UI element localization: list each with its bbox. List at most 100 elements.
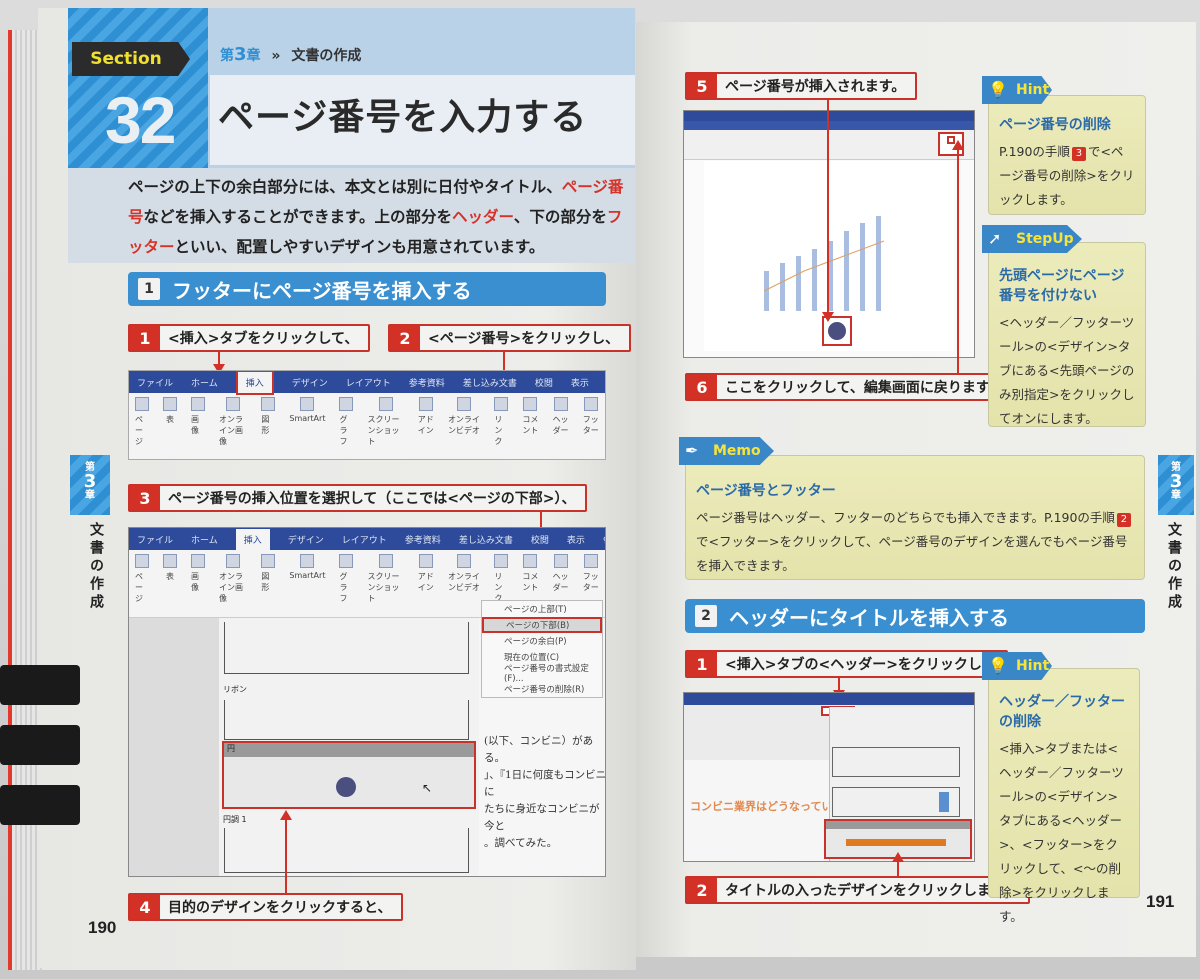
step-number: 5: [687, 74, 717, 98]
gallery-item[interactable]: [224, 700, 469, 740]
step-number: 4: [130, 895, 160, 919]
intro-text: といい、配置しやすいデザインも用意されています。: [174, 238, 545, 256]
ribbon-button-icon: [553, 554, 568, 568]
ribbon-button-label: グラフ: [339, 415, 348, 446]
menu-item[interactable]: ページの下部(B): [482, 617, 602, 633]
ribbon-button[interactable]: コメント: [522, 397, 538, 457]
ribbon-button-label: 表: [166, 415, 174, 424]
ribbon-tab[interactable]: 校閲: [531, 533, 549, 546]
callout-step6: 6 ここをクリックして、編集画面に戻ります。: [685, 373, 1015, 401]
ribbon-tab[interactable]: 参考資料: [405, 533, 441, 546]
ribbon-tab[interactable]: 差し込み文書: [463, 376, 517, 389]
ribbon-button[interactable]: ページ: [135, 554, 149, 613]
gallery-item[interactable]: [832, 747, 960, 777]
menu-item[interactable]: ページの余白(P): [482, 633, 602, 649]
ribbon-button[interactable]: オンライン画像: [219, 397, 247, 457]
ribbon-tab[interactable]: レイアウト: [342, 533, 387, 546]
gallery-item[interactable]: [224, 828, 469, 873]
ribbon-tab[interactable]: 校閲: [535, 376, 553, 389]
stepup-body: <ヘッダー／フッターツール>の<デザイン>タブにある<先頭ページのみ別指定>をク…: [999, 315, 1135, 426]
ribbon-button[interactable]: フッター: [583, 397, 599, 457]
ribbon-button[interactable]: ページ: [135, 397, 149, 457]
ribbon-button[interactable]: ヘッダー: [553, 397, 569, 457]
ribbon-tab[interactable]: デザイン: [288, 533, 324, 546]
doc-margin: [129, 618, 219, 876]
ribbon-button[interactable]: オンラインビデオ: [448, 554, 480, 613]
ribbon-tab[interactable]: ♀ 実行したい作業を入力してください: [603, 533, 605, 546]
ribbon-button[interactable]: 表: [163, 554, 177, 613]
ribbon-tab[interactable]: 挿入: [235, 528, 270, 550]
ribbon-button-icon: [418, 554, 433, 568]
gallery-pane: リボン 円 ↖ 円調 1: [219, 618, 479, 876]
arrow-step5: [822, 100, 834, 322]
ribbon-button-icon: [418, 397, 433, 411]
ribbon-tab[interactable]: 差し込み文書: [459, 533, 513, 546]
gallery-item[interactable]: [832, 787, 960, 817]
document-text: (以下、コンビニ）がある。 」、『1日に何度もコンビニに たちに身近なコンビニが今と…: [484, 733, 605, 876]
menu-item[interactable]: ページ番号の削除(R): [482, 681, 602, 697]
ribbon-button-icon: [583, 554, 598, 568]
ribbon-button-label: ヘッダー: [552, 572, 569, 592]
book-clip: [0, 725, 80, 765]
ribbon-button[interactable]: 図形: [261, 554, 276, 613]
ribbon-button-icon: [135, 554, 149, 568]
ribbon-button[interactable]: 画像: [191, 397, 205, 457]
document-line: たちに身近なコンビニが今と: [484, 803, 600, 832]
ribbon-button[interactable]: グラフ: [339, 397, 354, 457]
chapter-side-label: 文書の作成: [88, 522, 104, 612]
ribbon-button[interactable]: スクリーンショット: [367, 397, 403, 457]
ribbon-button[interactable]: 画像: [191, 554, 205, 613]
ribbon-button[interactable]: アドイン: [418, 554, 434, 613]
ribbon-button[interactable]: SmartArt: [289, 554, 325, 613]
tag-label: StepUp: [1016, 231, 1074, 247]
ribbon-button-label: オンラインビデオ: [447, 572, 480, 592]
ribbon-tab[interactable]: レイアウト: [346, 376, 391, 389]
ribbon-button[interactable]: 図形: [261, 397, 276, 457]
heading-step1: 1 フッターにページ番号を挿入する: [128, 272, 606, 306]
step-text: <ページ番号>をクリックし、: [428, 331, 620, 347]
title-bar: [684, 111, 974, 121]
heading-number: 1: [138, 278, 160, 300]
callout-header-step2: 2 タイトルの入ったデザインをクリックします。: [685, 876, 1030, 904]
page-number-left: 190: [88, 918, 117, 937]
ribbon-tab[interactable]: 表示: [567, 533, 585, 546]
ribbon-button-icon: [261, 554, 276, 568]
ribbon-tab[interactable]: 挿入: [235, 371, 274, 395]
arrow-step6: [952, 140, 964, 378]
book-clip: [0, 785, 80, 825]
ribbon-button[interactable]: グラフ: [339, 554, 354, 613]
ribbon-tab[interactable]: ファイル: [137, 533, 173, 546]
ribbon-button-icon: [226, 397, 241, 411]
ribbon-button[interactable]: アドイン: [418, 397, 434, 457]
gallery-label: リボン: [223, 685, 247, 694]
ribbon-tab[interactable]: 参考資料: [409, 376, 445, 389]
menu-item[interactable]: ページの上部(T): [482, 601, 602, 617]
gallery-item[interactable]: [224, 622, 469, 674]
memo-body-text: で<フッター>をクリックして、ページ番号のデザインを選んでもページ番号を挿入でき…: [696, 534, 1128, 573]
ribbon-button-icon: [191, 397, 205, 411]
page-number-circle: [828, 322, 846, 340]
ribbon-button-icon: [339, 554, 354, 568]
chapter-side-label-right: 文書の作成: [1166, 522, 1182, 612]
page-title: ページ番号を入力する: [218, 97, 588, 138]
ribbon-button[interactable]: オンライン画像: [219, 554, 247, 613]
ribbon-button[interactable]: 表: [163, 397, 177, 457]
ribbon-tab[interactable]: 表示: [571, 376, 589, 389]
ribbon-button-label: アドイン: [417, 572, 434, 592]
ribbon-tab[interactable]: ファイル: [137, 376, 173, 389]
menu-item[interactable]: ページ番号の書式設定(F)...: [482, 664, 602, 684]
ribbon-button-label: SmartArt: [289, 414, 326, 423]
breadcrumb: 第3章 » 文書の作成: [220, 44, 361, 65]
ribbon-button[interactable]: オンラインビデオ: [448, 397, 480, 457]
chart-bar: [780, 263, 785, 311]
ribbon-tab[interactable]: デザイン: [292, 376, 328, 389]
gallery-item-selected[interactable]: 円 ↖: [222, 741, 476, 809]
step-text: タイトルの入ったデザインをクリックします。: [725, 883, 1018, 899]
ribbon-button[interactable]: リンク: [494, 397, 509, 457]
ribbon-tab[interactable]: ホーム: [191, 376, 218, 389]
ribbon-button[interactable]: スクリーンショット: [367, 554, 403, 613]
ribbon-tab[interactable]: ホーム: [191, 533, 218, 546]
ribbon-button[interactable]: SmartArt: [289, 397, 325, 457]
chart-bar: [812, 249, 817, 311]
chapter-side-tab-right: 第3章: [1158, 455, 1194, 515]
